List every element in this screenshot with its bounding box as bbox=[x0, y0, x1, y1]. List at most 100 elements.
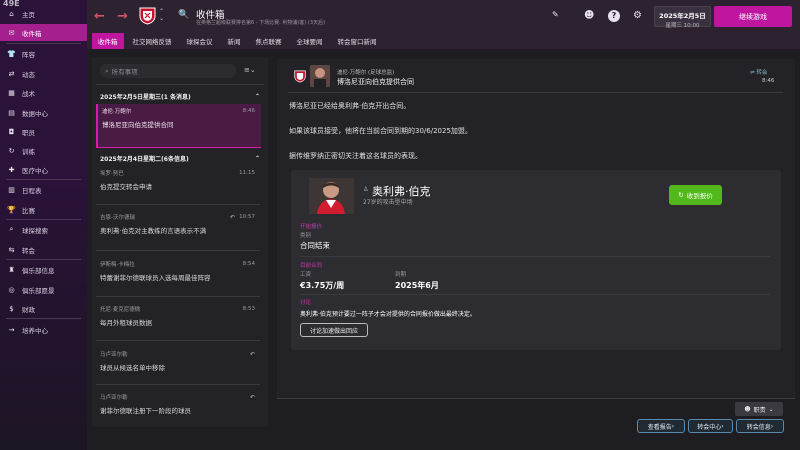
chevron-up-icon: ⌃ bbox=[254, 92, 260, 100]
list-item[interactable]: 埃罗·努巴 伯克提交转会申请 11:15 bbox=[96, 166, 261, 192]
divider bbox=[6, 219, 81, 220]
list-item[interactable]: 伊斯梅·卡梅拉 特蕾谢菲尔德联球员入选每周最佳阵容 8:54 bbox=[96, 257, 261, 283]
list-item[interactable]: 吉恩-沃尔德瑞 奥利弗·伯克对主教练的言语表示不满 ↶ 10:57 bbox=[96, 210, 261, 236]
message-sender[interactable]: 迪伦·万鲍尔 (足球总监) bbox=[337, 68, 394, 76]
person-silhouette-icon bbox=[310, 65, 330, 87]
group-header[interactable]: 2025年2月4日星期二(6条信息) ⌃ bbox=[96, 152, 264, 164]
transfer-flag: ⇌ 转会 bbox=[750, 68, 767, 76]
staff-button-label: 职责 bbox=[753, 406, 766, 414]
back-arrow-icon[interactable]: ← bbox=[94, 9, 105, 24]
tab-world-news[interactable]: 全球要闻 bbox=[291, 33, 329, 49]
sidebar-item-club-vision[interactable]: ◎ 俱乐部愿景 bbox=[0, 281, 87, 298]
tab-focus-league[interactable]: 焦点联赛 bbox=[250, 33, 288, 49]
sender-avatar[interactable] bbox=[310, 65, 330, 87]
club-crest-icon[interactable] bbox=[139, 7, 156, 25]
sidebar-item-label: 战术 bbox=[22, 89, 35, 98]
sidebar-item-tactics[interactable]: ▦ 战术 bbox=[0, 84, 87, 101]
finance-icon: $ bbox=[9, 304, 14, 313]
sidebar-item-label: 医疗中心 bbox=[22, 166, 48, 175]
tab-inbox[interactable]: 收件箱 bbox=[92, 32, 124, 49]
sidebar-item-label: 培养中心 bbox=[22, 326, 48, 335]
tab-transfer-window-news[interactable]: 转会窗口新闻 bbox=[332, 33, 383, 49]
message-paragraph: 如果该球员接受，他将在当前合同到期的30/6/2025加盟。 bbox=[289, 127, 472, 135]
calendar-icon: ▥ bbox=[8, 185, 15, 194]
divider bbox=[6, 179, 81, 180]
pencil-icon[interactable]: ✎ bbox=[552, 10, 559, 19]
view-report-label: 查看报告 bbox=[647, 423, 672, 431]
sidebar-item-label: 转会 bbox=[22, 246, 35, 255]
staff-button[interactable]: ☻ 职责 ⌄ bbox=[735, 402, 783, 416]
field-label: 到期 bbox=[395, 272, 407, 278]
contract-type-value: 合同结束 bbox=[300, 241, 330, 250]
medical-icon: ✚ bbox=[8, 165, 15, 174]
data-icon: ▤ bbox=[8, 108, 15, 117]
sidebar-item-label: 俱乐部信息 bbox=[22, 266, 55, 275]
section-label: 讨论 bbox=[300, 300, 312, 306]
message-sender: 埃罗·努巴 bbox=[100, 171, 124, 177]
discuss-button[interactable]: 讨论加速做出回应 bbox=[300, 323, 368, 337]
scout-icon: ⌕ bbox=[9, 225, 14, 233]
view-report-button[interactable]: 查看报告 › bbox=[637, 419, 685, 433]
list-item[interactable]: 托尼·麦克尼德微 每月外租球员数据 8:53 bbox=[96, 302, 261, 328]
sidebar-item-club-info[interactable]: ♜ 俱乐部信息 bbox=[0, 261, 87, 278]
tab-social-feedback[interactable]: 社交网络反馈 bbox=[127, 33, 178, 49]
search-icon[interactable]: 🔍 bbox=[178, 10, 189, 20]
date-display[interactable]: 2025年2月5日 星期三 10:00 bbox=[654, 6, 711, 29]
sidebar-item-label: 俱乐部愿景 bbox=[22, 286, 55, 295]
chevron-down-icon: ⌄ bbox=[768, 405, 774, 413]
transfer-centre-label: 转会中心 bbox=[697, 423, 722, 431]
sidebar-item-label: 阵容 bbox=[22, 50, 35, 59]
sidebar-item-development[interactable]: → 培养中心 bbox=[0, 321, 87, 338]
search-input[interactable]: ⌕ 所有事项 bbox=[100, 64, 236, 78]
sidebar-item-label: 数据中心 bbox=[22, 109, 48, 118]
sidebar-item-staff[interactable]: ◘ 职员 bbox=[0, 123, 87, 140]
sidebar-item-scouting[interactable]: ⌕ 球探搜索 bbox=[0, 221, 87, 238]
sidebar-item-medical[interactable]: ✚ 医疗中心 bbox=[0, 161, 87, 178]
message-paragraph: 据传维罗纳正密切关注着这名球员的表现。 bbox=[289, 152, 422, 160]
list-item[interactable]: 马卢亚尔勒 谢菲尔德联注册下一阶段的球员 ↶ bbox=[96, 390, 261, 416]
list-item[interactable]: 马卢亚尔勒 球员从候选名单中移除 ↶ bbox=[96, 347, 261, 373]
sidebar-item-squad[interactable]: 👕 阵容 bbox=[0, 45, 87, 62]
wage-value: €3.75万/周 bbox=[300, 281, 345, 290]
sidebar-item-competitions[interactable]: 🏆 比赛 bbox=[0, 201, 87, 218]
transfer-flag-label: 转会 bbox=[756, 70, 768, 76]
help-icon[interactable]: ? bbox=[608, 10, 620, 22]
divider bbox=[6, 259, 81, 260]
person-icon: ♙ bbox=[363, 186, 369, 193]
continue-button[interactable]: 继续游戏 bbox=[714, 6, 792, 27]
sidebar-item-inbox[interactable]: ✉ 收件箱 bbox=[0, 24, 87, 41]
vision-icon: ◎ bbox=[8, 285, 15, 294]
sidebar-item-home[interactable]: ⌂ 主页 bbox=[0, 5, 87, 22]
sidebar-item-training[interactable]: ↻ 训练 bbox=[0, 142, 87, 159]
gear-icon[interactable]: ⚙ bbox=[633, 10, 642, 21]
page-subtitle: 在英格兰超级联赛排名第6 - 下场比赛: 利物浦(客) (3天后) bbox=[196, 20, 326, 26]
sidebar-item-transfers[interactable]: ⇆ 转会 bbox=[0, 241, 87, 258]
tab-news[interactable]: 新闻 bbox=[222, 33, 247, 49]
divider bbox=[6, 318, 81, 319]
divider bbox=[6, 43, 81, 44]
group-header-label: 2025年2月4日星期二(6条信息) bbox=[100, 155, 189, 163]
list-item[interactable]: 迪伦·万鲍尔 博洛尼亚向伯克提供合同 8:46 bbox=[96, 104, 261, 148]
message-subject: 博洛尼亚向伯克提供合同 bbox=[102, 121, 174, 129]
divider bbox=[96, 296, 260, 297]
mail-icon: ✉ bbox=[8, 28, 15, 37]
sidebar-item-label: 动态 bbox=[22, 70, 35, 79]
sidebar-item-data-hub[interactable]: ▤ 数据中心 bbox=[0, 104, 87, 121]
player-photo[interactable] bbox=[309, 178, 354, 214]
sidebar-item-finances[interactable]: $ 财政 bbox=[0, 300, 87, 317]
forward-arrow-icon[interactable]: → bbox=[117, 9, 128, 24]
transfer-info-button[interactable]: 转会信息 › bbox=[736, 419, 784, 433]
tab-scout-meeting[interactable]: 球探会议 bbox=[181, 33, 219, 49]
tactics-icon: ▦ bbox=[8, 88, 15, 97]
section-label: 开始报价 bbox=[300, 224, 323, 230]
transfer-centre-button[interactable]: 转会中心 › bbox=[688, 419, 733, 433]
group-header[interactable]: 2025年2月5日星期三(1 条消息) ⌃ bbox=[96, 90, 264, 102]
sidebar-item-label: 主页 bbox=[22, 10, 35, 19]
section-label: 目前合同 bbox=[300, 263, 323, 269]
filter-icon[interactable]: ≡⌄ bbox=[244, 66, 256, 74]
sidebar-item-schedule[interactable]: ▥ 日程表 bbox=[0, 181, 87, 198]
updown-chevron-icon[interactable]: ⌃ ⌄ bbox=[159, 8, 164, 22]
offer-received-button[interactable]: ↻ 收到报价 bbox=[669, 185, 722, 205]
sidebar-item-dynamics[interactable]: ⇄ 动态 bbox=[0, 65, 87, 82]
people-icon[interactable]: ☻ bbox=[584, 10, 594, 21]
